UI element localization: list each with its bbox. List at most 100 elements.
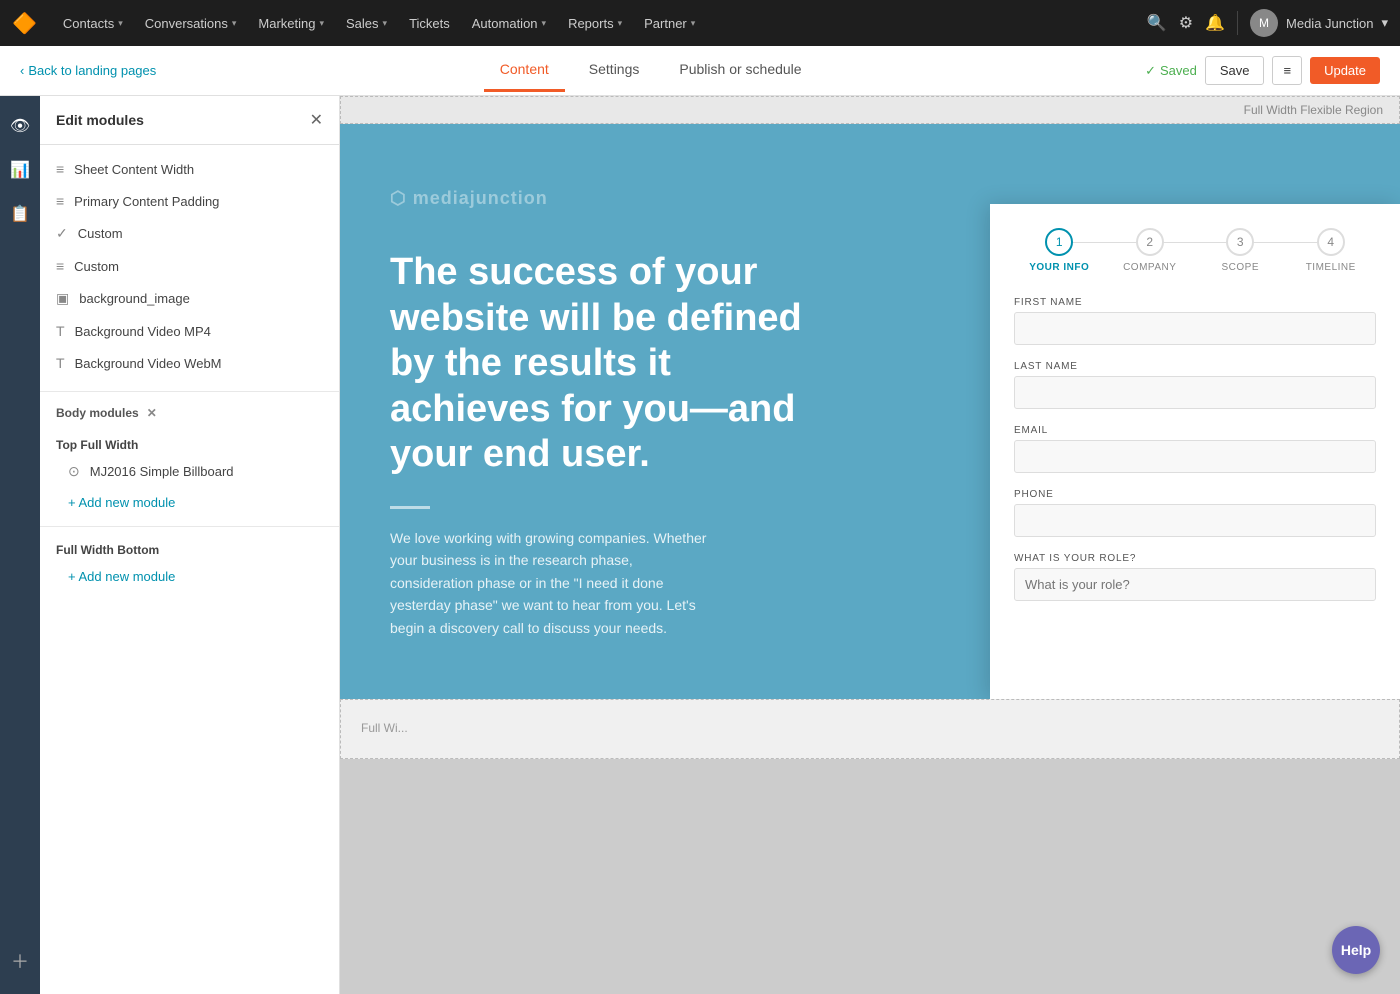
form-overlay: 1 YOUR INFO 2 COMPANY 3: [990, 204, 1400, 699]
chevron-down-icon: ▾: [232, 18, 237, 29]
form-step-2: 2 COMPANY: [1105, 228, 1196, 273]
back-to-landing-pages-link[interactable]: ‹ Back to landing pages: [20, 63, 156, 78]
search-icon[interactable]: 🔍: [1147, 13, 1167, 33]
nav-right-area: 🔍 ⚙ 🔔 M Media Junction ▾: [1147, 9, 1388, 37]
lastname-input[interactable]: [1014, 376, 1376, 409]
bottom-region: Full Wi...: [340, 699, 1400, 759]
menu-button[interactable]: ≡: [1272, 56, 1302, 85]
chevron-down-icon: ▾: [691, 18, 696, 29]
top-navigation: 🔶 Contacts ▾ Conversations ▾ Marketing ▾…: [0, 0, 1400, 46]
chevron-down-icon: ▾: [383, 18, 388, 29]
body-modules-header: Body modules ✕: [40, 396, 339, 426]
preview-area: Full Width Flexible Region ⬡ mediajuncti…: [340, 96, 1400, 994]
nav-conversations[interactable]: Conversations ▾: [135, 12, 247, 35]
step-label-1: YOUR INFO: [1029, 262, 1089, 273]
bell-icon[interactable]: 🔔: [1205, 13, 1225, 33]
add-new-module-top-button[interactable]: + Add new module: [40, 487, 339, 518]
module-background-video-webm[interactable]: T Background Video WebM: [40, 347, 339, 379]
update-button[interactable]: Update: [1310, 57, 1380, 84]
chevron-down-icon: ▾: [542, 18, 547, 29]
step-circle-1: 1: [1045, 228, 1073, 256]
firstname-input[interactable]: [1014, 312, 1376, 345]
save-button[interactable]: Save: [1205, 56, 1265, 85]
nav-tickets[interactable]: Tickets: [399, 12, 460, 35]
firstname-label: FIRST NAME: [1014, 297, 1376, 308]
module-panel-header: Edit modules ✕: [40, 96, 339, 145]
user-menu[interactable]: M Media Junction ▾: [1250, 9, 1388, 37]
check-icon: ✓: [56, 225, 68, 242]
hero-content: The success of your website will be defi…: [390, 250, 810, 639]
check-icon: ✓: [1145, 63, 1156, 79]
saved-status: ✓ Saved: [1145, 63, 1197, 79]
lastname-label: LAST NAME: [1014, 361, 1376, 372]
add-new-module-bottom-button[interactable]: + Add new module: [40, 561, 339, 592]
hubspot-logo[interactable]: 🔶: [12, 11, 37, 36]
module-primary-content-padding[interactable]: ≡ Primary Content Padding: [40, 185, 339, 217]
step-label-4: TIMELINE: [1306, 262, 1356, 273]
tab-publish-schedule[interactable]: Publish or schedule: [663, 49, 817, 92]
module-background-video-mp4[interactable]: T Background Video MP4: [40, 315, 339, 347]
image-icon: ▣: [56, 290, 69, 307]
globe-icon: ⊙: [68, 463, 80, 480]
nav-marketing[interactable]: Marketing ▾: [248, 12, 334, 35]
modules-icon[interactable]: 📋: [0, 196, 40, 232]
nav-sales[interactable]: Sales ▾: [336, 12, 397, 35]
body-modules-close[interactable]: ✕: [147, 406, 157, 420]
email-input[interactable]: [1014, 440, 1376, 473]
full-width-bottom-section: Full Width Bottom + Add new module: [40, 531, 339, 596]
help-button[interactable]: Help: [1332, 926, 1380, 974]
top-full-width-section: Top Full Width ⊙ MJ2016 Simple Billboard…: [40, 426, 339, 522]
tab-settings[interactable]: Settings: [573, 49, 656, 92]
chevron-down-icon: ▾: [618, 18, 623, 29]
step-circle-2: 2: [1136, 228, 1164, 256]
nav-automation[interactable]: Automation ▾: [462, 12, 556, 35]
close-panel-button[interactable]: ✕: [310, 110, 323, 130]
nav-reports[interactable]: Reports ▾: [558, 12, 632, 35]
sub-header: ‹ Back to landing pages Content Settings…: [0, 46, 1400, 96]
sub-header-tabs: Content Settings Publish or schedule: [156, 49, 1145, 92]
gear-icon[interactable]: ⚙: [1179, 13, 1193, 33]
region-bar: Full Width Flexible Region: [340, 96, 1400, 124]
module-custom-1[interactable]: ✓ Custom: [40, 217, 339, 250]
left-icon-bar: 👁 📊 📋 ＋: [0, 96, 40, 994]
hero-title: The success of your website will be defi…: [390, 250, 810, 478]
module-custom-2[interactable]: ≡ Custom: [40, 250, 339, 282]
form-steps: 1 YOUR INFO 2 COMPANY 3: [1014, 228, 1376, 273]
top-full-width-label: Top Full Width: [40, 430, 339, 456]
hero-divider: [390, 506, 430, 509]
nav-partner[interactable]: Partner ▾: [634, 12, 705, 35]
layout-icon: ≡: [56, 258, 64, 274]
hero-section[interactable]: ⬡ mediajunction The success of your webs…: [340, 124, 1400, 699]
role-label: WHAT IS YOUR ROLE?: [1014, 553, 1376, 564]
step-label-3: SCOPE: [1221, 262, 1259, 273]
role-input[interactable]: [1014, 568, 1376, 601]
form-step-4: 4 TIMELINE: [1286, 228, 1377, 273]
phone-input[interactable]: [1014, 504, 1376, 537]
text-icon: T: [56, 355, 65, 371]
user-name: Media Junction: [1286, 16, 1373, 31]
module-panel-title: Edit modules: [56, 112, 144, 128]
module-list: ≡ Sheet Content Width ≡ Primary Content …: [40, 145, 339, 387]
chevron-left-icon: ‹: [20, 63, 24, 78]
eye-icon[interactable]: 👁: [0, 108, 40, 144]
form-field-email: EMAIL: [1014, 425, 1376, 473]
form-field-firstname: FIRST NAME: [1014, 297, 1376, 345]
nav-contacts[interactable]: Contacts ▾: [53, 12, 133, 35]
chart-icon[interactable]: 📊: [0, 152, 40, 188]
preview-wrapper: Full Width Flexible Region ⬡ mediajuncti…: [340, 96, 1400, 759]
nav-divider: [1237, 11, 1238, 35]
module-sheet-content-width[interactable]: ≡ Sheet Content Width: [40, 153, 339, 185]
chevron-down-icon: ▾: [118, 18, 123, 29]
layout-icon: ≡: [56, 193, 64, 209]
module-mj2016-simple-billboard[interactable]: ⊙ MJ2016 Simple Billboard: [40, 456, 339, 487]
avatar: M: [1250, 9, 1278, 37]
main-layout: 👁 📊 📋 ＋ Edit modules ✕ ≡ Sheet Content W…: [0, 96, 1400, 994]
add-icon[interactable]: ＋: [0, 940, 40, 982]
step-label-2: COMPANY: [1123, 262, 1176, 273]
module-background-image[interactable]: ▣ background_image: [40, 282, 339, 315]
form-field-role: WHAT IS YOUR ROLE?: [1014, 553, 1376, 601]
section-divider-2: [40, 526, 339, 527]
text-icon: T: [56, 323, 65, 339]
tab-content[interactable]: Content: [484, 49, 565, 92]
form-field-phone: PHONE: [1014, 489, 1376, 537]
